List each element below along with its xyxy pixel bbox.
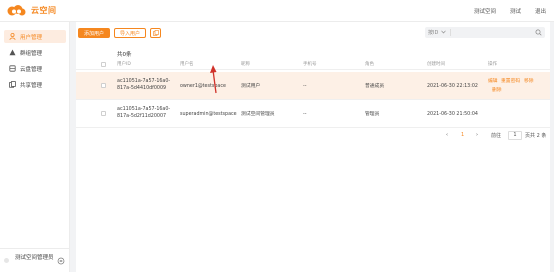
search-icon[interactable] xyxy=(535,29,542,36)
prev-page-button[interactable]: ‹ xyxy=(446,132,448,138)
current-user-name: 测试空间管理员 xyxy=(15,255,54,261)
top-bar: 云空间 测试空间 测试 退出 xyxy=(0,0,554,22)
share-icon xyxy=(9,81,16,88)
toolbar: 添加用户 导入用户 xyxy=(78,28,162,38)
col-header-nickname: 昵称 xyxy=(241,62,250,67)
cell-phone: -- xyxy=(303,84,307,89)
cell-phone: -- xyxy=(303,112,307,117)
group-icon xyxy=(9,49,16,56)
cell-username: superadmin@testspace xyxy=(180,112,237,117)
import-user-button[interactable]: 导入用户 xyxy=(114,28,147,38)
switch-icon[interactable] xyxy=(57,257,65,265)
annotation-arrow-icon xyxy=(210,65,217,94)
sidebar-item-label: 共享管理 xyxy=(20,82,43,89)
remove-link[interactable]: 移除 xyxy=(524,78,534,85)
sidebar-item-users[interactable]: 用户管理 xyxy=(4,30,66,43)
reset-password-link[interactable]: 重置密码 xyxy=(501,78,520,85)
total-count: 页共 2 条 xyxy=(525,133,547,139)
copy-icon[interactable] xyxy=(150,28,162,38)
cell-user-id: ac11051a-7a57-16a0-817a-5d2f11d20007 xyxy=(117,107,171,119)
goto-page-input[interactable]: 1 xyxy=(508,131,522,140)
search-type-select[interactable]: 按ID xyxy=(428,29,452,36)
table-header: 用户ID 用户名 昵称 手机号 角色 创建时间 操作 xyxy=(76,58,550,70)
row-checkbox[interactable] xyxy=(101,111,106,116)
col-header-username: 用户名 xyxy=(180,62,194,67)
add-user-button[interactable]: 添加用户 xyxy=(78,28,111,38)
table-count: 共0条 xyxy=(117,52,132,58)
sidebar-item-label: 群组管理 xyxy=(20,50,43,57)
goto-label: 前往 xyxy=(491,133,502,139)
logo[interactable]: 云空间 xyxy=(6,5,57,16)
cell-nickname: 测试空间管理员 xyxy=(241,112,275,117)
current-page[interactable]: 1 xyxy=(461,132,464,138)
sidebar: 用户管理 群组管理 云盘管理 共享管理 测试空间管理员 xyxy=(0,22,70,272)
cell-user-id: ac11051a-7a57-16a0-817a-5d4410df0009 xyxy=(117,79,171,91)
search-input[interactable]: 按ID xyxy=(425,27,545,38)
cell-created: 2021-06-30 21:50:04 xyxy=(427,112,478,117)
cell-role: 普通成员 xyxy=(365,84,385,89)
col-header-id: 用户ID xyxy=(117,62,131,67)
search-type-label: 按ID xyxy=(428,30,439,36)
chevron-down-icon xyxy=(441,30,447,36)
topbar-link-user[interactable]: 测试 xyxy=(510,7,521,15)
edit-link[interactable]: 编辑 xyxy=(488,78,498,85)
delete-link[interactable]: 删除 xyxy=(492,87,502,94)
cell-role: 管理员 xyxy=(365,112,380,117)
user-icon xyxy=(9,33,16,40)
sidebar-item-label: 用户管理 xyxy=(20,34,43,41)
row-checkbox[interactable] xyxy=(101,83,106,88)
pagination: ‹ 1 › 前往 1 页共 2 条 xyxy=(76,131,550,141)
col-header-role: 角色 xyxy=(365,62,374,67)
sidebar-item-label: 云盘管理 xyxy=(20,66,43,73)
sidebar-item-shares[interactable]: 共享管理 xyxy=(4,78,66,91)
disk-icon xyxy=(9,65,16,72)
col-header-created: 创建时间 xyxy=(427,62,445,67)
col-header-actions: 操作 xyxy=(488,62,497,67)
main-panel: 添加用户 导入用户 按ID 共0条 用户ID 用户名 昵称 手机号 角色 创建时… xyxy=(76,22,550,272)
avatar xyxy=(4,258,9,263)
next-page-button[interactable]: › xyxy=(476,132,478,138)
sidebar-item-disks[interactable]: 云盘管理 xyxy=(4,62,66,75)
cloud-logo-icon xyxy=(6,5,28,16)
cell-created: 2021-06-30 22:13:02 xyxy=(427,84,478,89)
topbar-link-logout[interactable]: 退出 xyxy=(535,7,546,15)
col-header-phone: 手机号 xyxy=(303,62,317,67)
table-row[interactable]: ac11051a-7a57-16a0-817a-5d4410df0009 own… xyxy=(76,72,550,100)
sidebar-item-groups[interactable]: 群组管理 xyxy=(4,46,66,59)
app-name: 云空间 xyxy=(31,6,57,15)
sidebar-footer: 测试空间管理员 xyxy=(0,248,70,272)
topbar-link-space[interactable]: 测试空间 xyxy=(474,7,496,15)
table-row[interactable]: ac11051a-7a57-16a0-817a-5d2f11d20007 sup… xyxy=(76,100,550,128)
cell-nickname: 测试用户 xyxy=(241,84,261,89)
select-all-checkbox[interactable] xyxy=(101,62,106,67)
